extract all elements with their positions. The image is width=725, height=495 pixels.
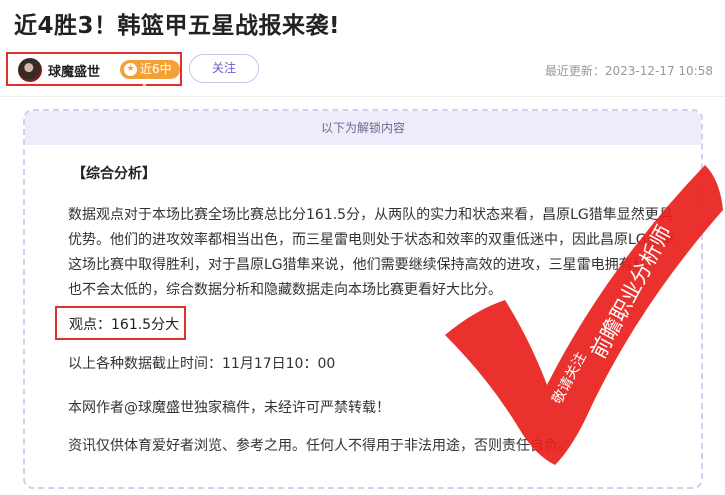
section-title: 【综合分析】 bbox=[72, 166, 156, 182]
avatar[interactable] bbox=[18, 58, 42, 82]
divider bbox=[0, 96, 725, 97]
follow-button[interactable]: 关注 bbox=[189, 54, 259, 83]
copyright-note: 本网作者@球魔盛世独家稿件，未经许可严禁转载！ bbox=[68, 400, 390, 416]
analysis-paragraph: 数据观点对于本场比赛全场比赛总比分161.5分，从两队的实力和状态来看，昌原LG… bbox=[68, 203, 693, 303]
author-info[interactable]: 球魔盛世 ★ 近6中4 bbox=[6, 52, 182, 95]
analysis-line: 优势。他们的进攻效率都相当出色，而三星雷电则处于状态和效率的双重低迷中，因此昌原… bbox=[68, 232, 675, 248]
data-time-note: 以上各种数据截止时间：11月17日10：00 bbox=[68, 356, 336, 372]
analysis-line: 数据观点对于本场比赛全场比赛总比分161.5分，从两队的实力和状态来看，昌原LG… bbox=[68, 207, 673, 223]
update-time: 最近更新：2023-12-17 10:58 bbox=[544, 64, 713, 78]
analysis-line: 也不会太低的，综合数据分析和隐藏数据走向本场比赛更看好大比分。 bbox=[68, 282, 502, 298]
article-title: 近4胜3！韩篮甲五星战报来袭! bbox=[14, 13, 340, 39]
view-point-box: 观点：161.5分大 bbox=[55, 306, 186, 340]
unlock-header: 以下为解锁内容 bbox=[25, 111, 701, 145]
author-name[interactable]: 球魔盛世 bbox=[48, 61, 100, 80]
author-row: 球魔盛世 ★ 近6中4 关注 最近更新：2023-12-17 10:58 bbox=[0, 52, 725, 95]
record-badge: ★ 近6中4 bbox=[120, 60, 180, 95]
analysis-line: 这场比赛中取得胜利，对于昌原LG猎隼来说，他们需要继续保持高效的进攻，三星雷电拥… bbox=[68, 257, 647, 273]
badge-label: 近6中4 bbox=[140, 62, 172, 95]
star-medal-icon: ★ bbox=[124, 63, 137, 76]
disclaimer: 资讯仅供体育爱好者浏览、参考之用。任何人不得用于非法用途，否则责任自负。 bbox=[68, 438, 572, 454]
view-point: 观点：161.5分大 bbox=[69, 317, 180, 333]
